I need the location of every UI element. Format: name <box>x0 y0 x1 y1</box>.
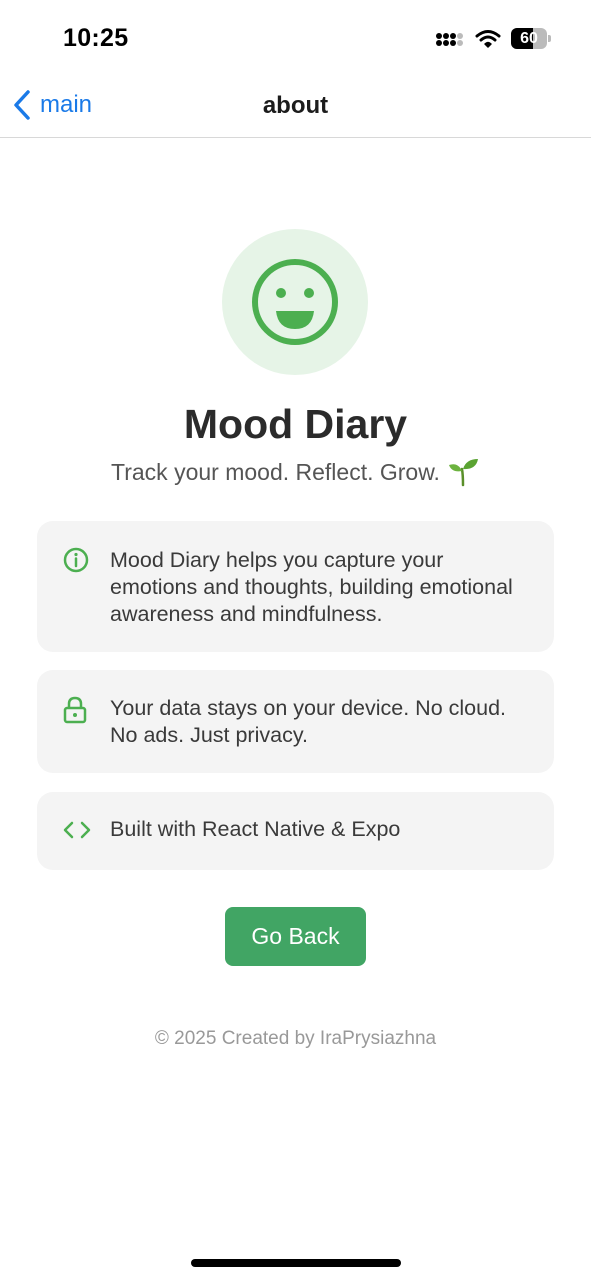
wifi-icon <box>475 29 501 48</box>
smiley-face-icon <box>252 259 338 345</box>
signal-icon <box>436 29 463 46</box>
card-text: Built with React Native & Expo <box>110 817 401 841</box>
info-card-tech: Built with React Native & Expo <box>37 792 554 870</box>
info-card-privacy: Your data stays on your device. No cloud… <box>37 670 554 773</box>
code-icon <box>63 821 91 839</box>
card-text: Mood Diary helps you capture your emotio… <box>110 548 513 626</box>
seedling-icon <box>448 459 478 487</box>
home-indicator[interactable] <box>191 1259 401 1267</box>
card-text: Your data stays on your device. No cloud… <box>110 696 506 747</box>
status-bar: 10:25 60 <box>0 0 591 80</box>
battery-icon: 60 <box>511 28 551 49</box>
app-logo <box>222 229 368 375</box>
go-back-button[interactable]: Go Back <box>225 907 366 966</box>
tagline-text: Track your mood. Reflect. Grow. <box>111 458 440 485</box>
status-time: 10:25 <box>63 24 129 52</box>
info-card-about: Mood Diary helps you capture your emotio… <box>37 521 554 652</box>
page-title: about <box>262 92 329 119</box>
lock-icon <box>63 696 87 724</box>
footer-credit: © 2025 Created by IraPrysiazhna <box>154 1028 437 1049</box>
info-icon <box>63 547 89 573</box>
app-title: Mood Diary <box>183 401 408 447</box>
navigation-bar: main about <box>0 80 591 138</box>
battery-level: 60 <box>520 30 538 47</box>
status-icons: 60 <box>435 28 551 49</box>
app-tagline: Track your mood. Reflect. Grow. <box>0 457 591 487</box>
